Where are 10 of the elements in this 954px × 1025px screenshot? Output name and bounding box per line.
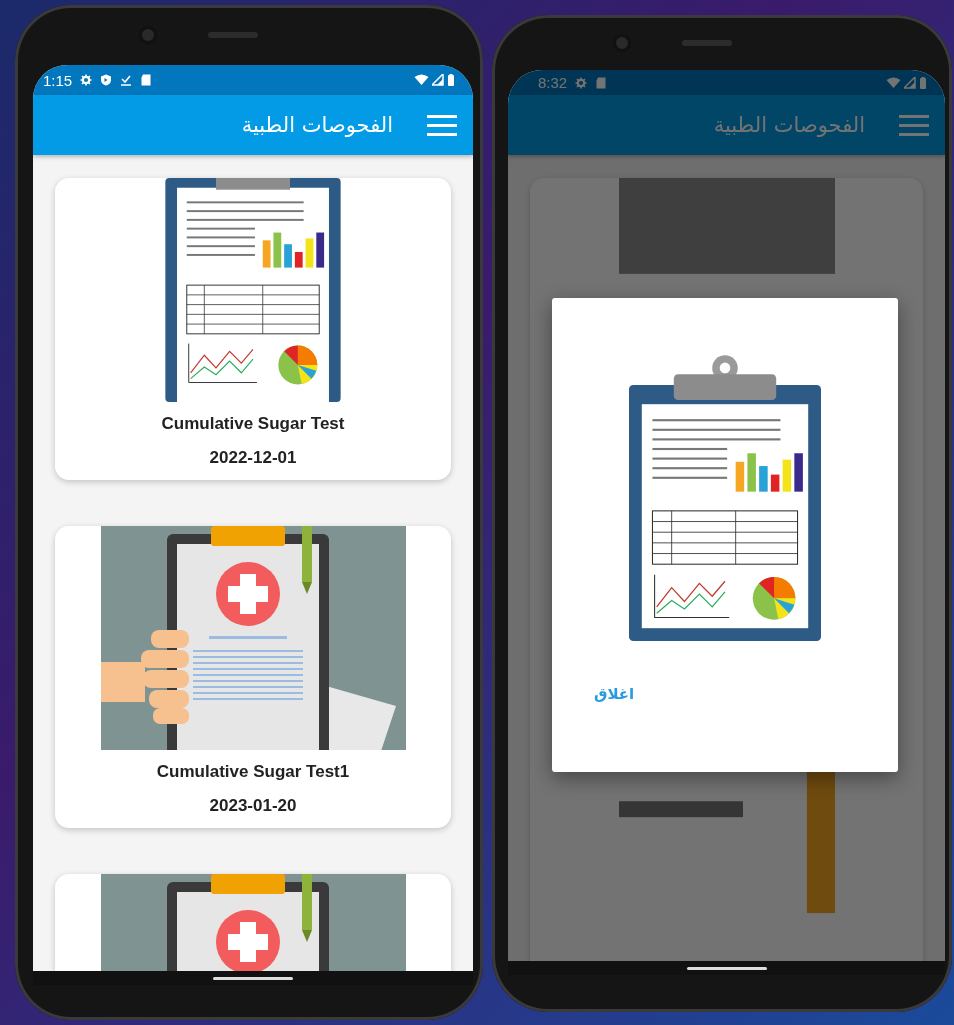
test-name: Cumulative Sugar Test1 [156, 762, 350, 782]
app-title: الفحوصات الطبية [713, 113, 865, 137]
status-time: 1:15 [43, 71, 73, 89]
test-card[interactable]: Cumulative Sugar Test1 2023-01-20 [55, 526, 451, 828]
test-date: 2023-01-20 [209, 796, 297, 816]
status-time: 8:32 [538, 74, 568, 91]
test-date: 2022-12-01 [209, 448, 297, 468]
test-name: Cumulative Sugar Test [161, 414, 345, 434]
test-card[interactable]: Cumulative Sugar Test 2022-12-01 [55, 178, 451, 480]
app-title: الفحوصات الطبية [241, 113, 393, 137]
